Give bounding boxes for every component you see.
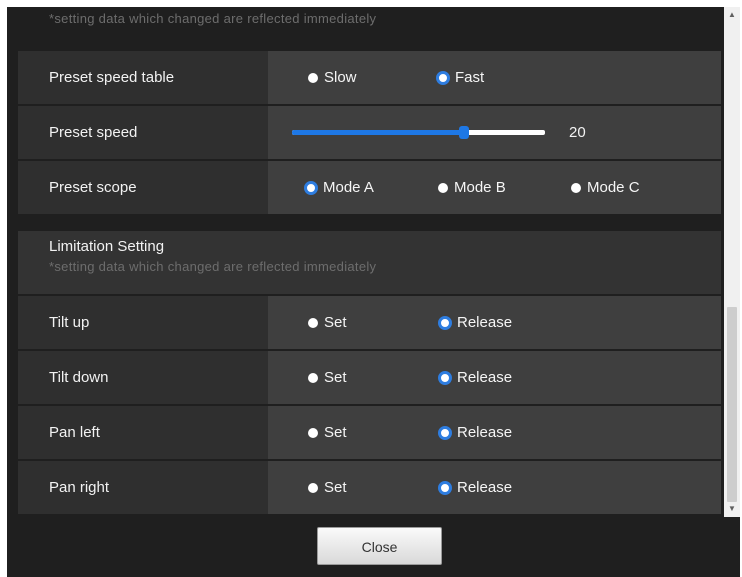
preset-speed-value: 20 xyxy=(569,124,586,141)
radio-label: Mode A xyxy=(323,179,374,196)
radio-release[interactable]: Release xyxy=(438,406,512,459)
radio-unselected-icon xyxy=(438,182,448,193)
row-label: Preset speed xyxy=(18,106,268,159)
radio-release[interactable]: Release xyxy=(438,461,512,514)
slider-handle[interactable] xyxy=(459,126,470,139)
radio-set[interactable]: Set xyxy=(308,406,347,459)
radio-set[interactable]: Set xyxy=(308,461,347,514)
radio-label: Release xyxy=(457,314,513,331)
scroll-up-icon[interactable]: ▲ xyxy=(724,7,740,23)
row-tilt-down: Tilt down Set Release xyxy=(18,351,721,404)
radio-selected-icon xyxy=(438,480,452,495)
radio-fast[interactable]: Fast xyxy=(436,51,484,104)
radio-slow[interactable]: Slow xyxy=(308,51,357,104)
radio-label: Release xyxy=(457,369,513,386)
radio-label: Mode C xyxy=(587,179,640,196)
limitation-section-header: Limitation Setting *setting data which c… xyxy=(18,231,721,294)
radio-release[interactable]: Release xyxy=(438,296,512,349)
settings-scroll-area[interactable]: *setting data which changed are reflecte… xyxy=(7,7,721,517)
radio-mode-a[interactable]: Mode A xyxy=(304,161,374,214)
vertical-scrollbar[interactable]: ▲ ▼ xyxy=(724,7,740,517)
row-pan-left: Pan left Set Release xyxy=(18,406,721,459)
radio-label: Set xyxy=(324,424,347,441)
row-label: Preset speed table xyxy=(18,51,268,104)
row-label: Tilt down xyxy=(18,351,268,404)
radio-label: Mode B xyxy=(454,179,506,196)
row-label: Pan right xyxy=(18,461,268,514)
limitation-section-note: *setting data which changed are reflecte… xyxy=(49,259,377,274)
radio-set[interactable]: Set xyxy=(308,296,347,349)
scroll-down-icon[interactable]: ▼ xyxy=(724,501,740,517)
radio-label: Release xyxy=(457,479,513,496)
radio-label: Set xyxy=(324,369,347,386)
radio-selected-icon xyxy=(304,180,318,195)
radio-unselected-icon xyxy=(308,372,318,383)
row-label: Pan left xyxy=(18,406,268,459)
scrollbar-thumb[interactable] xyxy=(727,307,737,502)
slider-fill xyxy=(292,130,465,135)
radio-unselected-icon xyxy=(571,182,581,193)
radio-release[interactable]: Release xyxy=(438,351,512,404)
row-label: Preset scope xyxy=(18,161,268,214)
radio-unselected-icon xyxy=(308,482,318,493)
preset-settings-dialog: *setting data which changed are reflecte… xyxy=(7,7,740,577)
radio-set[interactable]: Set xyxy=(308,351,347,404)
radio-unselected-icon xyxy=(308,427,318,438)
row-pan-right: Pan right Set Release xyxy=(18,461,721,514)
radio-mode-c[interactable]: Mode C xyxy=(571,161,640,214)
radio-unselected-icon xyxy=(308,317,318,328)
radio-selected-icon xyxy=(438,425,452,440)
close-button[interactable]: Close xyxy=(317,527,442,565)
preset-speed-slider[interactable] xyxy=(292,126,545,139)
row-preset-speed: Preset speed 20 xyxy=(18,106,721,159)
row-tilt-up: Tilt up Set Release xyxy=(18,296,721,349)
radio-label: Set xyxy=(324,314,347,331)
radio-selected-icon xyxy=(438,370,452,385)
radio-selected-icon xyxy=(436,70,450,85)
radio-label: Set xyxy=(324,479,347,496)
row-label: Tilt up xyxy=(18,296,268,349)
radio-label: Slow xyxy=(324,69,357,86)
radio-label: Release xyxy=(457,424,513,441)
radio-unselected-icon xyxy=(308,72,318,83)
radio-selected-icon xyxy=(438,315,452,330)
row-preset-scope: Preset scope Mode A Mode B Mode C xyxy=(18,161,721,214)
preset-section-note: *setting data which changed are reflecte… xyxy=(49,11,377,26)
row-preset-speed-table: Preset speed table Slow Fast xyxy=(18,51,721,104)
radio-label: Fast xyxy=(455,69,485,86)
radio-mode-b[interactable]: Mode B xyxy=(438,161,506,214)
section-title: Limitation Setting xyxy=(49,238,165,255)
